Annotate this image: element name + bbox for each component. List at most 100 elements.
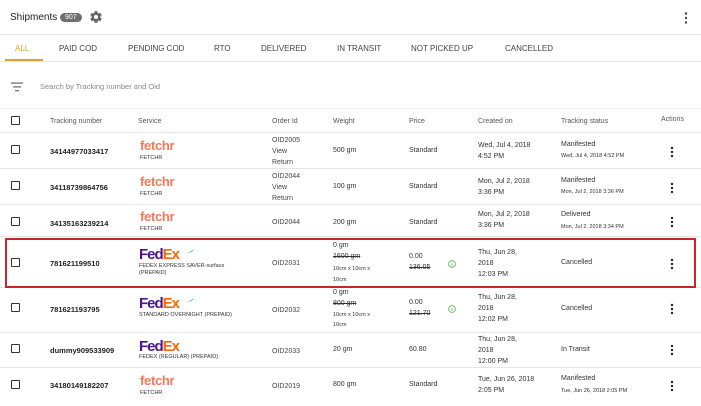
shipment-count-badge: 907 bbox=[60, 13, 82, 22]
tracking-number[interactable]: dummy909533909 bbox=[50, 346, 114, 355]
row-actions-icon[interactable] bbox=[670, 146, 674, 158]
table-row[interactable]: dummy909533909 FedEx FEDEX (REGULAR) (PR… bbox=[0, 334, 701, 368]
table-row[interactable]: 34144977033417 fetchr FETCHR OID2005 Vie… bbox=[0, 134, 701, 169]
order-id[interactable]: OID2044 bbox=[272, 171, 300, 183]
row-checkbox[interactable] bbox=[11, 181, 20, 190]
col-tracking-number: Tracking number bbox=[50, 118, 103, 125]
table-row[interactable]: 781621193795 FedEx STANDARD OVERNIGHT (P… bbox=[0, 289, 701, 333]
price: 60.80 bbox=[409, 346, 427, 353]
info-icon[interactable] bbox=[448, 305, 456, 313]
row-checkbox[interactable] bbox=[11, 303, 20, 312]
service-name: FETCHR bbox=[140, 191, 163, 197]
row-checkbox[interactable] bbox=[11, 145, 20, 154]
service-name: FETCHR bbox=[140, 155, 163, 161]
tab-not-picked-up[interactable]: NOT PICKED UP bbox=[411, 44, 473, 53]
table-row[interactable]: 34135163239214 fetchr FETCHR OID2044 200… bbox=[0, 206, 701, 237]
order-id[interactable]: OID2005 bbox=[272, 135, 300, 147]
gear-icon[interactable] bbox=[89, 10, 103, 24]
status-timestamp: Mon, Jul 2, 2018 3:34 PM bbox=[561, 224, 624, 230]
tracking-status: Cancelled bbox=[561, 259, 593, 266]
weight: 800 gm bbox=[333, 381, 357, 388]
row-checkbox[interactable] bbox=[11, 258, 20, 267]
tab-delivered[interactable]: DELIVERED bbox=[261, 44, 306, 53]
created-date: Thu, Jun 28, bbox=[478, 294, 517, 301]
weight-original: 1600 gm bbox=[333, 253, 361, 260]
fedex-logo: FedEx bbox=[139, 295, 180, 312]
order-id[interactable]: OID2044 bbox=[272, 217, 300, 229]
return-link[interactable]: Return bbox=[272, 157, 293, 169]
tab-rto[interactable]: RTO bbox=[214, 44, 231, 53]
order-id[interactable]: OID2032 bbox=[272, 305, 300, 317]
order-id[interactable]: OID2019 bbox=[272, 381, 300, 393]
table-row[interactable]: 34180149182207 fetchr FETCHR OID2019 800… bbox=[0, 369, 701, 406]
tracking-status: Manifested bbox=[561, 177, 596, 184]
info-icon[interactable] bbox=[448, 260, 456, 268]
view-link[interactable]: View bbox=[272, 146, 287, 158]
row-actions-icon[interactable] bbox=[670, 216, 674, 228]
tracking-number[interactable]: 781621193795 bbox=[50, 305, 100, 314]
weight: 500 gm bbox=[333, 147, 357, 154]
created-year: 2018 bbox=[478, 347, 494, 354]
created-time: 12:00 PM bbox=[478, 358, 508, 365]
order-id[interactable]: OID2033 bbox=[272, 346, 300, 358]
status-timestamp: Tue, Jun 26, 2018 2:05 PM bbox=[561, 388, 628, 394]
table-row[interactable]: 34118739864756 fetchr FETCHR OID2044 Vie… bbox=[0, 170, 701, 205]
tab-paid-cod[interactable]: PAID COD bbox=[59, 44, 97, 53]
price: Standard bbox=[409, 219, 438, 226]
search-input[interactable] bbox=[40, 78, 680, 94]
created-date: Tue, Jun 26, 2018 bbox=[478, 376, 535, 383]
tracking-status: In Transit bbox=[561, 346, 590, 353]
row-checkbox[interactable] bbox=[11, 217, 20, 226]
created-date: Thu, Jun 28, bbox=[478, 249, 517, 256]
page-header: Shipments 907 bbox=[0, 0, 701, 35]
row-actions-icon[interactable] bbox=[670, 182, 674, 194]
created-time: 3:36 PM bbox=[478, 189, 505, 196]
row-actions-icon[interactable] bbox=[670, 303, 674, 315]
row-checkbox[interactable] bbox=[11, 344, 20, 353]
col-created-on: Created on bbox=[478, 118, 513, 125]
created-date: Mon, Jul 2, 2018 bbox=[478, 211, 530, 218]
more-options-icon[interactable] bbox=[683, 11, 689, 25]
tracking-number[interactable]: 34144977033417 bbox=[50, 147, 108, 156]
tracking-number[interactable]: 34118739864756 bbox=[50, 183, 108, 192]
filter-icon[interactable] bbox=[11, 82, 23, 92]
tracking-status: Manifested bbox=[561, 375, 596, 382]
service-name: FEDEX (REGULAR) (PREPAID) bbox=[139, 354, 219, 360]
price: Standard bbox=[409, 183, 438, 190]
return-link[interactable]: Return bbox=[272, 193, 293, 205]
search-bar bbox=[0, 66, 701, 106]
tracking-number[interactable]: 781621199510 bbox=[50, 259, 100, 268]
created-date: Thu, Jun 28, bbox=[478, 336, 517, 343]
row-actions-icon[interactable] bbox=[670, 258, 674, 270]
tab-in-transit[interactable]: IN TRANSIT bbox=[337, 44, 381, 53]
price-original: 136.05 bbox=[409, 264, 431, 271]
select-all-checkbox[interactable] bbox=[11, 116, 20, 125]
created-time: 12:02 PM bbox=[478, 316, 508, 323]
status-timestamp: Wed, Jul 4, 2018 4:52 PM bbox=[561, 153, 625, 159]
col-service: Service bbox=[138, 118, 162, 125]
row-actions-icon[interactable] bbox=[670, 380, 674, 392]
tracking-number[interactable]: 34135163239214 bbox=[50, 219, 108, 228]
created-time: 4:52 PM bbox=[478, 153, 505, 160]
tab-pending-cod[interactable]: PENDING COD bbox=[128, 44, 184, 53]
order-id[interactable]: OID2031 bbox=[272, 258, 300, 270]
table-row[interactable]: 781621199510 FedEx FEDEX EXPRESS SAVER-s… bbox=[0, 238, 701, 288]
dimensions-height: 10cm bbox=[333, 277, 347, 283]
created-year: 2018 bbox=[478, 260, 494, 267]
page-title: Shipments bbox=[10, 12, 58, 23]
tab-all[interactable]: ALL bbox=[15, 44, 29, 53]
tab-cancelled[interactable]: CANCELLED bbox=[505, 44, 553, 53]
created-date: Mon, Jul 2, 2018 bbox=[478, 178, 530, 185]
dimensions-height: 10cm bbox=[333, 322, 347, 328]
row-checkbox[interactable] bbox=[11, 380, 20, 389]
service-name: FETCHR bbox=[140, 390, 163, 396]
created-year: 2018 bbox=[478, 305, 494, 312]
fedex-logo: FedEx bbox=[139, 246, 180, 263]
tracking-number[interactable]: 34180149182207 bbox=[50, 381, 108, 390]
view-link[interactable]: View bbox=[272, 182, 287, 194]
created-time: 12:03 PM bbox=[478, 271, 508, 278]
row-actions-icon[interactable] bbox=[670, 344, 674, 356]
fetchr-logo: fetchr bbox=[140, 138, 175, 153]
fetchr-logo: fetchr bbox=[140, 209, 175, 224]
created-date: Wed, Jul 4, 2018 bbox=[478, 142, 531, 149]
